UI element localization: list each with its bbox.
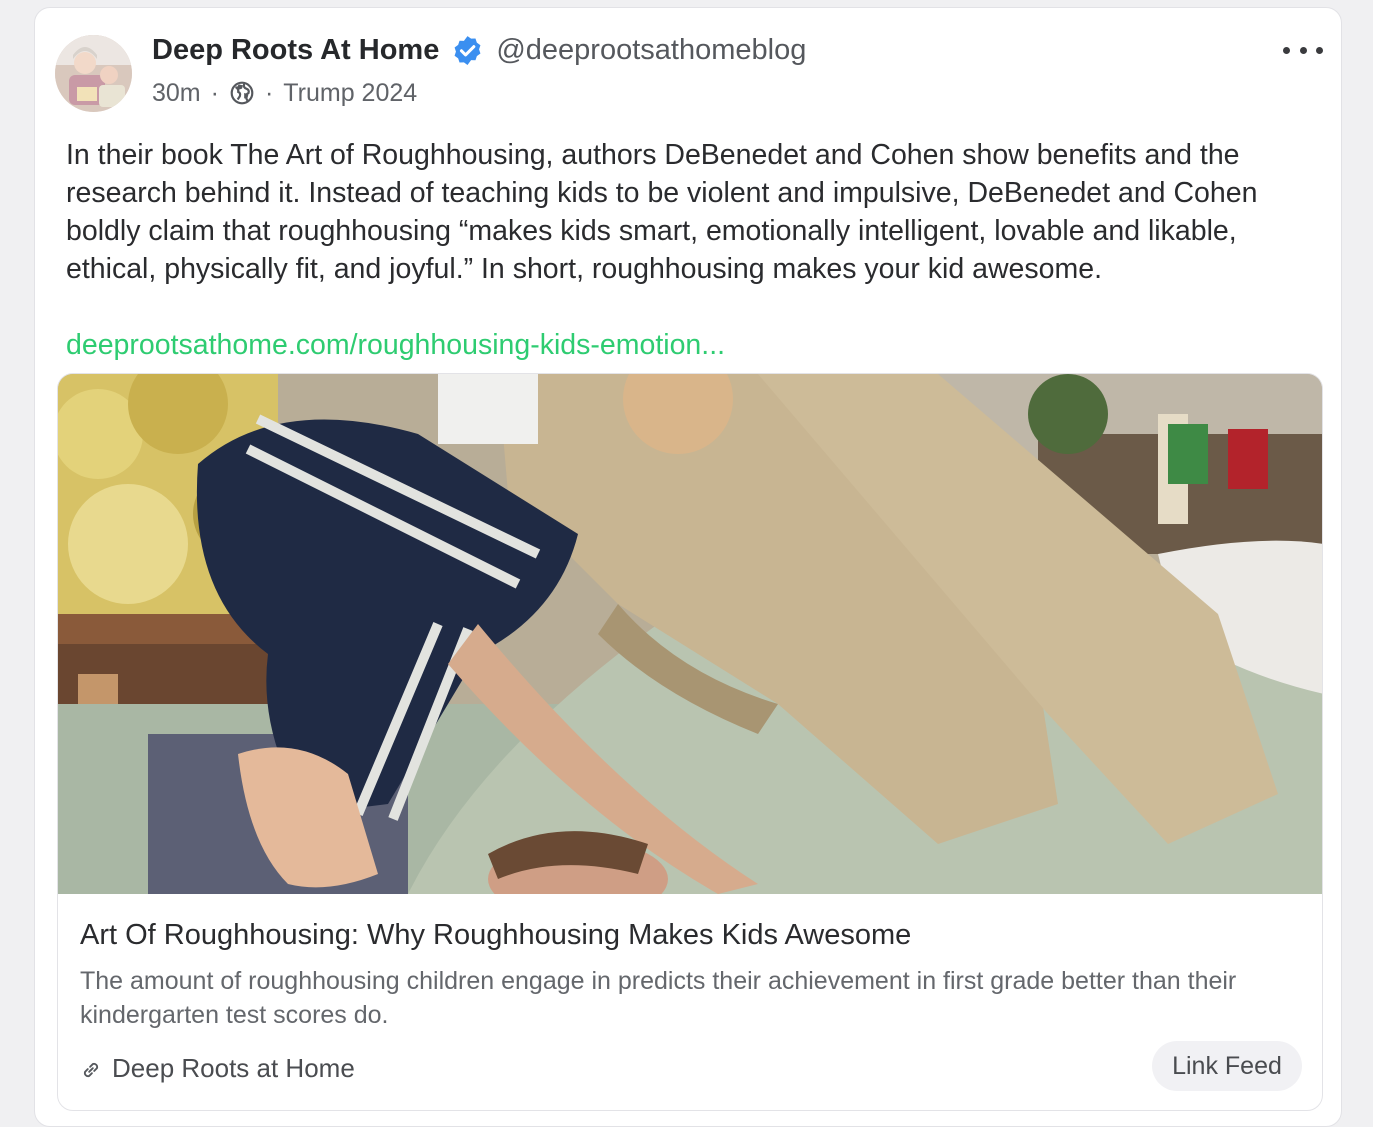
author-handle[interactable]: @deeprootsathomeblog [496,34,806,67]
link-feed-button[interactable]: Link Feed [1152,1041,1302,1091]
post-body: In their book The Art of Roughhousing, a… [66,139,1258,285]
meta-separator: · [210,78,219,107]
avatar-image [55,35,132,112]
avatar[interactable] [55,35,132,112]
link-icon [80,1057,102,1079]
verified-badge-icon [451,34,484,67]
preview-source[interactable]: Deep Roots at Home [80,1050,355,1086]
globe-icon [229,80,255,106]
post-time[interactable]: 30m [152,79,201,108]
author-name[interactable]: Deep Roots At Home [152,34,439,67]
preview-source-label: Deep Roots at Home [112,1052,355,1083]
preview-description: The amount of roughhousing children enga… [80,967,1237,1029]
link-preview-card[interactable]: Art Of Roughhousing: Why Roughhousing Ma… [57,373,1323,1111]
more-options-icon[interactable] [1283,36,1323,64]
meta-separator: · [264,78,274,107]
post-card: Deep Roots At Home @deeprootsathomeblog … [34,7,1342,1127]
post-tag[interactable]: Trump 2024 [283,79,417,108]
post-link[interactable]: deeprootsathome.com/roughhousing-kids-em… [66,326,725,364]
preview-image [58,374,1322,894]
preview-title[interactable]: Art Of Roughhousing: Why Roughhousing Ma… [80,916,911,954]
